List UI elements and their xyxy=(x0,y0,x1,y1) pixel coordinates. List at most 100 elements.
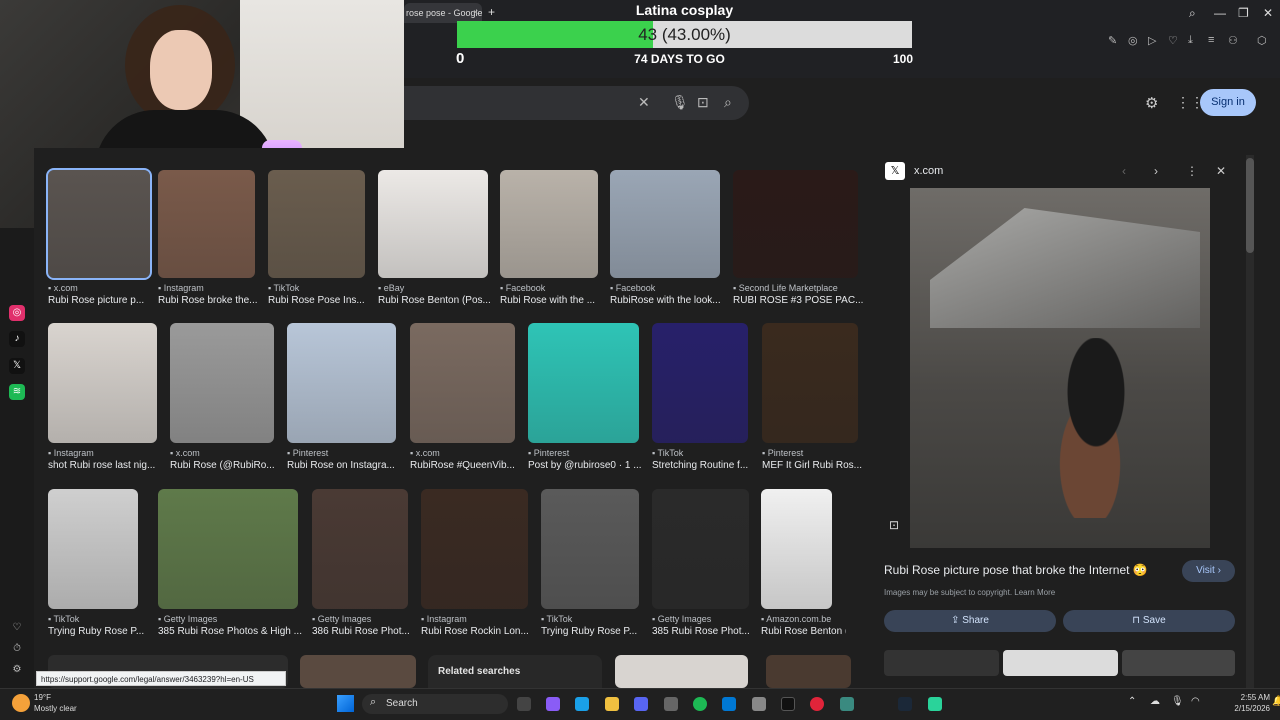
camera-icon[interactable]: ◎ xyxy=(1128,34,1138,47)
tiktok-icon[interactable] xyxy=(781,697,795,711)
thumbnail-source[interactable]: ▪ TikTok xyxy=(48,614,148,624)
lens-search-icon[interactable]: ⊡ xyxy=(889,518,899,532)
weather-widget[interactable]: 19°F Mostly clear xyxy=(34,692,77,714)
prev-image-icon[interactable]: ‹ xyxy=(1122,164,1126,178)
related-searches[interactable]: Related searches xyxy=(428,655,602,688)
preview-source[interactable]: x.com xyxy=(914,165,943,177)
opera-icon[interactable] xyxy=(810,697,824,711)
image-thumbnail[interactable] xyxy=(48,323,157,443)
image-thumbnail[interactable] xyxy=(762,323,858,443)
heart-icon[interactable]: ♡ xyxy=(1168,34,1178,47)
thumbnail-source[interactable]: ▪ TikTok xyxy=(268,283,375,293)
scrollbar-thumb[interactable] xyxy=(1246,158,1254,253)
thumbnail-source[interactable]: ▪ Getty Images xyxy=(158,614,308,624)
thumbnail-source[interactable]: ▪ Second Life Marketplace xyxy=(733,283,868,293)
thumbnail-source[interactable]: ▪ Pinterest xyxy=(528,448,649,458)
image-thumbnail[interactable] xyxy=(652,323,748,443)
close-panel-icon[interactable]: ✕ xyxy=(1216,164,1226,178)
thumbnail-source[interactable]: ▪ x.com xyxy=(170,448,284,458)
mic-icon[interactable]: 🎙 xyxy=(1171,696,1184,707)
image-thumbnail[interactable] xyxy=(287,323,396,443)
thumbnail-caption[interactable]: Rubi Rose broke the... xyxy=(158,295,269,306)
extension-icon[interactable]: ⬡ xyxy=(1257,34,1267,47)
tray-expand-icon[interactable]: ⌃ xyxy=(1128,696,1136,707)
edge-icon[interactable] xyxy=(575,697,589,711)
thumbnail-source[interactable]: ▪ x.com xyxy=(410,448,525,458)
thumbnail-source[interactable]: ▪ Pinterest xyxy=(287,448,406,458)
windows-start-icon[interactable] xyxy=(337,695,354,712)
partial-thumb[interactable] xyxy=(766,655,851,688)
related-thumb[interactable] xyxy=(1003,650,1118,676)
taskbar-clock[interactable]: 2:55 AM 2/15/2026 xyxy=(1204,692,1270,714)
spotify-icon[interactable]: ≋ xyxy=(9,384,25,400)
settings-gear-icon[interactable]: ⚙ xyxy=(1145,94,1158,112)
discord-icon[interactable] xyxy=(634,697,648,711)
image-thumbnail[interactable] xyxy=(410,323,515,443)
copilot-icon[interactable] xyxy=(546,697,560,711)
image-thumbnail[interactable] xyxy=(500,170,598,278)
thumbnail-source[interactable]: ▪ Facebook xyxy=(610,283,730,293)
share-button[interactable]: ⇪ Share xyxy=(884,610,1056,632)
image-thumbnail[interactable] xyxy=(610,170,720,278)
preview-title[interactable]: Rubi Rose picture pose that broke the In… xyxy=(884,563,1148,577)
thumbnail-caption[interactable]: Rubi Rose Pose Ins... xyxy=(268,295,379,306)
file-explorer-icon[interactable] xyxy=(605,697,619,711)
clear-search-icon[interactable]: ✕ xyxy=(638,94,650,111)
image-thumbnail[interactable] xyxy=(170,323,274,443)
thumbnail-caption[interactable]: Rubi Rose with the ... xyxy=(500,295,612,306)
image-thumbnail[interactable] xyxy=(378,170,488,278)
thumbnail-source[interactable]: ▪ Getty Images xyxy=(312,614,418,624)
thumbnail-caption[interactable]: RubiRose #QueenVib... xyxy=(410,460,529,471)
history-icon[interactable]: ⏱ xyxy=(9,641,25,657)
maximize-icon[interactable]: ❐ xyxy=(1238,6,1249,20)
thumbnail-caption[interactable]: shot Rubi rose last nig... xyxy=(48,460,171,471)
more-options-icon[interactable]: ⋮ xyxy=(1186,164,1198,178)
settings-icon[interactable]: ⚙ xyxy=(9,662,25,678)
thumbnail-source[interactable]: ▪ x.com xyxy=(48,283,160,293)
thumbnail-caption[interactable]: Rubi Rose Rockin Lon... xyxy=(421,626,542,637)
image-thumbnail[interactable] xyxy=(733,170,858,278)
tiktok-icon[interactable]: ♪ xyxy=(9,331,25,347)
related-thumb[interactable] xyxy=(884,650,999,676)
mic-icon[interactable]: 🎙 xyxy=(671,94,689,111)
notification-icon[interactable]: 🔔 xyxy=(1272,696,1280,707)
thumbnail-caption[interactable]: 386 Rubi Rose Phot... xyxy=(312,626,422,637)
save-button[interactable]: ⊓ Save xyxy=(1063,610,1235,632)
close-window-icon[interactable]: ✕ xyxy=(1263,6,1273,20)
minimize-icon[interactable]: — xyxy=(1214,6,1226,20)
thumbnail-source[interactable]: ▪ Instagram xyxy=(158,283,265,293)
heart-icon[interactable]: ♡ xyxy=(9,620,25,636)
image-thumbnail[interactable] xyxy=(312,489,408,609)
search-tabs-icon[interactable]: ⌕ xyxy=(1189,6,1196,21)
x-icon[interactable]: 𝕏 xyxy=(9,358,25,374)
image-thumbnail[interactable] xyxy=(541,489,639,609)
profile-icon[interactable]: ⚇ xyxy=(1228,34,1238,47)
network-icon[interactable]: ☁ xyxy=(1150,696,1160,707)
thumbnail-source[interactable]: ▪ Facebook xyxy=(500,283,608,293)
thumbnail-caption[interactable]: Trying Ruby Rose P... xyxy=(541,626,653,637)
thumbnail-caption[interactable]: Rubi Rose on Instagra... xyxy=(287,460,410,471)
thumbnail-source[interactable]: ▪ TikTok xyxy=(652,448,758,458)
thumbnail-source[interactable]: ▪ Getty Images xyxy=(652,614,759,624)
partial-thumb[interactable] xyxy=(615,655,748,688)
play-icon[interactable]: ▷ xyxy=(1148,34,1156,47)
image-thumbnail[interactable] xyxy=(528,323,639,443)
thumbnail-source[interactable]: ▪ TikTok xyxy=(541,614,649,624)
thumbnail-caption[interactable]: Rubi Rose Benton (... xyxy=(761,626,846,637)
image-thumbnail[interactable] xyxy=(46,168,152,280)
image-thumbnail[interactable] xyxy=(158,170,255,278)
steam-icon[interactable] xyxy=(898,697,912,711)
store-icon[interactable] xyxy=(664,697,678,711)
sign-in-button[interactable]: Sign in xyxy=(1200,89,1256,116)
instagram-icon[interactable]: ◎ xyxy=(9,305,25,321)
search-icon[interactable]: ⌕ xyxy=(724,94,732,111)
thumbnail-caption[interactable]: 385 Rubi Rose Phot... xyxy=(652,626,763,637)
thumbnail-caption[interactable]: 385 Rubi Rose Photos & High ... xyxy=(158,626,312,637)
thumbnail-source[interactable]: ▪ Pinterest xyxy=(762,448,868,458)
image-thumbnail[interactable] xyxy=(652,489,749,609)
thumbnail-caption[interactable]: RubiRose with the look... xyxy=(610,295,734,306)
thumbnail-caption[interactable]: Trying Ruby Rose P... xyxy=(48,626,152,637)
visit-button[interactable]: Visit › xyxy=(1182,560,1235,582)
thumbnail-caption[interactable]: Rubi Rose (@RubiRo... xyxy=(170,460,288,471)
weather-icon[interactable] xyxy=(12,694,30,712)
